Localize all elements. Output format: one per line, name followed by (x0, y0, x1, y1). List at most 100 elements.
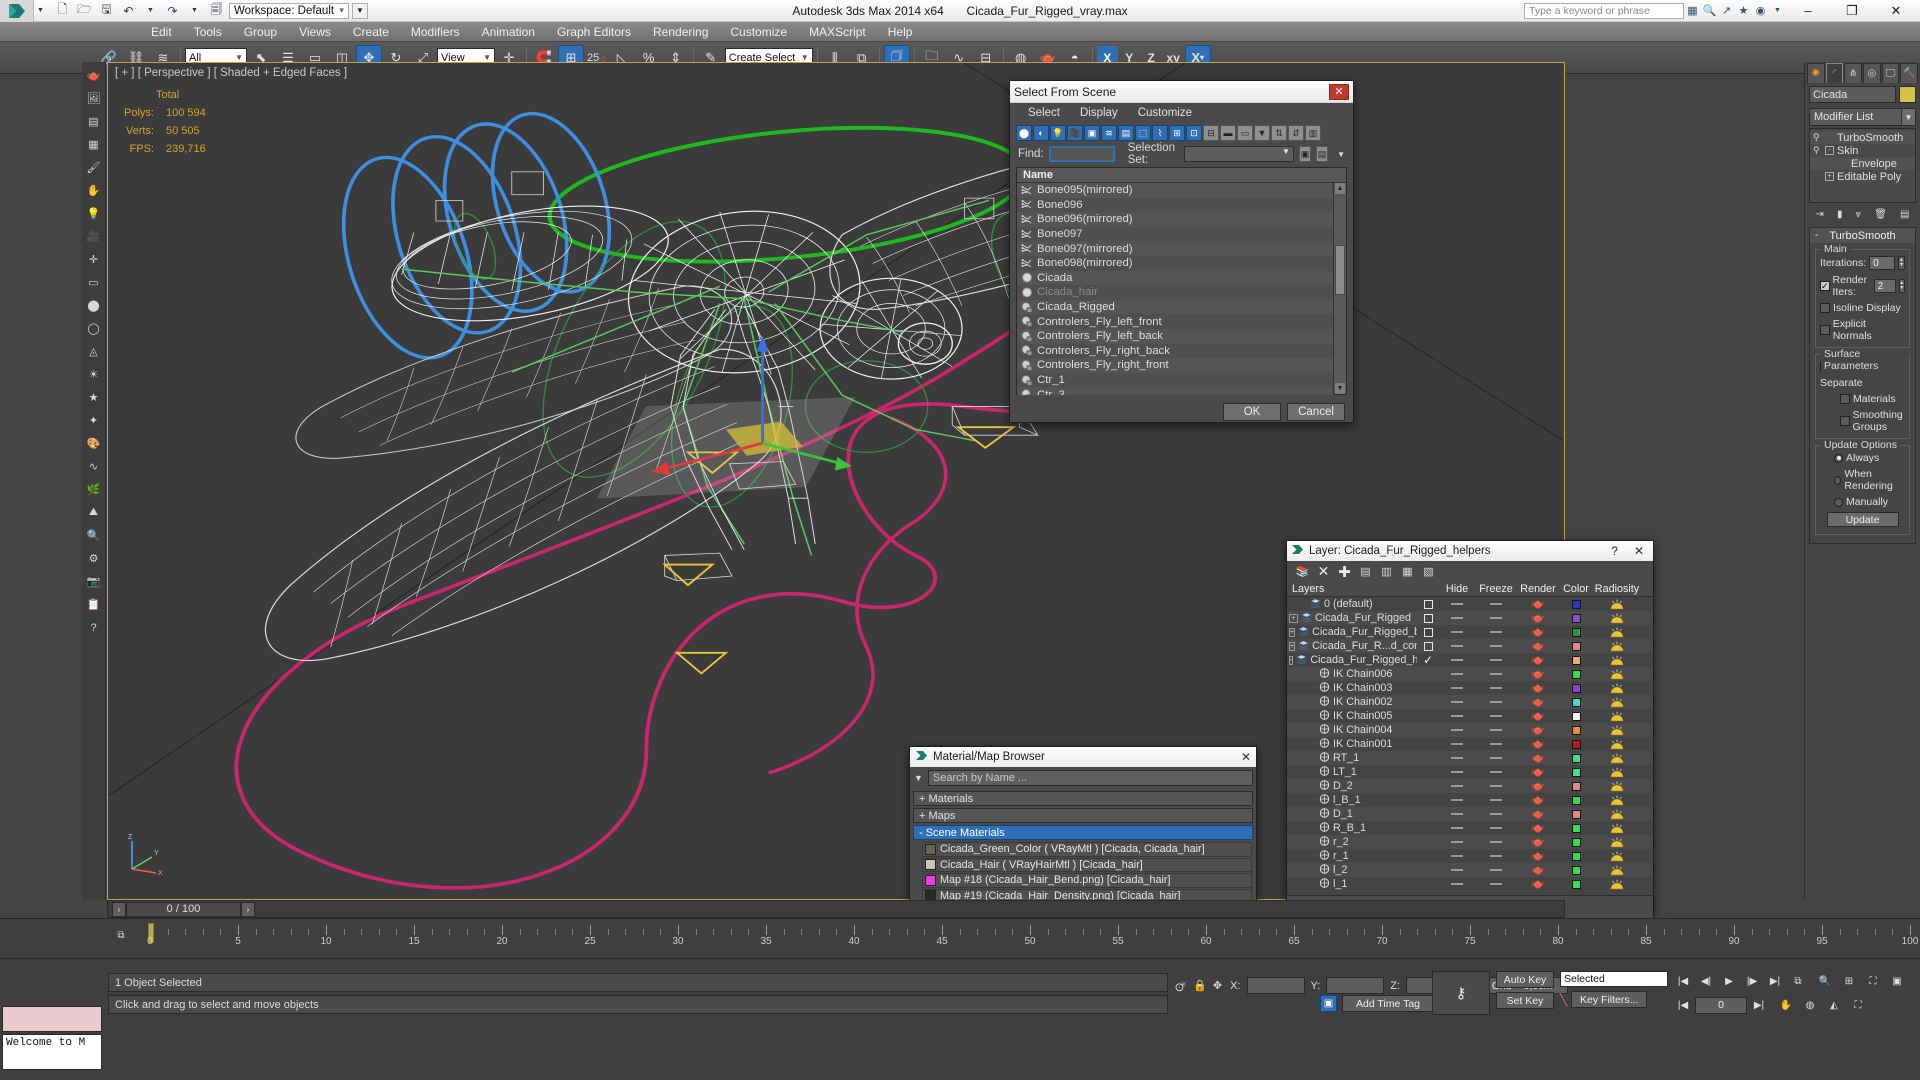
layer-name-cell[interactable]: D_2 (1287, 779, 1417, 793)
radiosity-cell[interactable] (1593, 613, 1641, 624)
camera-icon[interactable]: 🎥 (83, 226, 104, 247)
helper-icon[interactable]: ✛ (83, 249, 104, 270)
menu-item-edit[interactable]: Edit (140, 22, 183, 42)
scene-material-item[interactable]: Cicada_Hair ( VRayHairMtl ) [Cicada_hair… (922, 857, 1252, 872)
freeze-toggle-cell[interactable] (1475, 771, 1517, 773)
layer-color-swatch[interactable] (1571, 795, 1581, 805)
star-icon[interactable]: ★ (83, 387, 104, 408)
menu-item-group[interactable]: Group (233, 22, 288, 42)
hide-toggle-cell[interactable] (1439, 813, 1475, 815)
new-file-icon[interactable]: 🗋 (53, 2, 72, 19)
freeze-toggle-cell[interactable] (1475, 743, 1517, 745)
freeze-toggle-cell[interactable] (1475, 659, 1517, 661)
when-rendering-radio[interactable] (1834, 475, 1842, 485)
filter-cameras-icon[interactable]: 🎥 (1067, 125, 1083, 141)
radiosity-cell[interactable] (1593, 697, 1641, 708)
freeze-toggle-cell[interactable] (1475, 701, 1517, 703)
workspace-selector[interactable]: Workspace: Default ▾ (228, 2, 349, 19)
maxscript-listener[interactable]: Welcome to M (2, 1034, 102, 1070)
menu-item-help[interactable]: Help (877, 22, 924, 42)
hide-toggle-cell[interactable] (1439, 883, 1475, 885)
layer-color-swatch[interactable] (1571, 627, 1581, 637)
layer-name-cell[interactable]: + Cicada_Fur_Rigged_bon (1287, 626, 1417, 639)
go-to-end-icon[interactable]: ▶| (1764, 971, 1786, 991)
current-layer-cell[interactable] (1417, 599, 1439, 609)
manually-radio[interactable] (1834, 497, 1843, 507)
radiosity-cell[interactable] (1593, 795, 1641, 806)
filter-shapes-icon[interactable]: ◐ (1033, 125, 1049, 141)
layer-color-cell[interactable] (1559, 655, 1593, 665)
hide-toggle-cell[interactable] (1439, 771, 1475, 773)
always-radio[interactable] (1834, 453, 1843, 463)
help-icon[interactable]: ? (1605, 544, 1624, 558)
workspace-dropdown-icon[interactable]: ▼ (351, 2, 368, 19)
menu-item-maxscript[interactable]: MAXScript (798, 22, 877, 42)
layer-color-swatch[interactable] (1571, 767, 1581, 777)
close-icon[interactable]: ✕ (1329, 83, 1349, 100)
freeze-toggle-cell[interactable] (1475, 799, 1517, 801)
paint-icon[interactable]: 🎨 (83, 433, 104, 454)
render-toggle-cell[interactable]: 🫖 (1517, 669, 1559, 680)
layer-color-swatch[interactable] (1571, 599, 1581, 609)
menu-item-animation[interactable]: Animation (471, 22, 546, 42)
radiosity-cell[interactable] (1593, 823, 1641, 834)
layer-rows[interactable]: 0 (default) 🫖 + Cicada_Fur_Rigged 🫖 + Cicada_F… (1287, 597, 1653, 895)
layer-color-cell[interactable] (1559, 711, 1593, 721)
layer-row[interactable]: D_2 🫖 (1287, 779, 1653, 793)
hide-toggle-cell[interactable] (1439, 701, 1475, 703)
hide-toggle-cell[interactable] (1439, 645, 1475, 647)
freeze-toggle-cell[interactable] (1475, 827, 1517, 829)
show-end-result-icon[interactable]: ▮ (1837, 209, 1843, 220)
layer-row[interactable]: R_B_1 🫖 (1287, 821, 1653, 835)
hierarchy-tab-icon[interactable]: ⋔ (1844, 63, 1863, 83)
layer-row[interactable]: + Cicada_Fur_Rigged_bon 🫖 (1287, 625, 1653, 639)
filter-helpers-icon[interactable]: ▣ (1084, 125, 1100, 141)
menu-item-create[interactable]: Create (342, 22, 400, 42)
render-toggle-cell[interactable]: 🫖 (1517, 613, 1559, 624)
layer-color-cell[interactable] (1559, 837, 1593, 847)
layer-color-swatch[interactable] (1571, 725, 1581, 735)
utilities-tab-icon[interactable]: 🔨 (1900, 63, 1919, 83)
layer-name-cell[interactable]: 0 (default) (1287, 598, 1417, 611)
scene-list-item[interactable]: Cicada_hair (1017, 285, 1333, 300)
scene-list-item[interactable]: Controlers_Fly_left_back (1017, 328, 1333, 344)
layer-color-cell[interactable] (1559, 795, 1593, 805)
freeze-toggle-cell[interactable] (1475, 715, 1517, 717)
object-color-swatch[interactable] (1899, 86, 1916, 103)
menu-item-graph-editors[interactable]: Graph Editors (546, 22, 642, 42)
radiosity-cell[interactable] (1593, 767, 1641, 778)
expand-toggle-icon[interactable]: - (1289, 655, 1294, 665)
render-toggle-cell[interactable]: 🫖 (1517, 627, 1559, 638)
render-toggle-cell[interactable]: 🫖 (1517, 795, 1559, 806)
layer-color-swatch[interactable] (1571, 739, 1581, 749)
close-icon[interactable]: ✕ (1629, 544, 1649, 558)
sort-alpha-icon[interactable]: ⇅ (1271, 125, 1287, 141)
radiosity-cell[interactable] (1593, 753, 1641, 764)
layer-row[interactable]: IK Chain004 🫖 (1287, 723, 1653, 737)
material-group-2[interactable]: - Scene Materials (913, 825, 1253, 840)
freeze-toggle-cell[interactable] (1475, 603, 1517, 605)
hide-toggle-cell[interactable] (1439, 785, 1475, 787)
render-toggle-cell[interactable]: 🫖 (1517, 739, 1559, 750)
pan-icon[interactable]: ✋ (1775, 995, 1797, 1015)
circle-icon[interactable]: ◯ (83, 318, 104, 339)
hide-toggle-cell[interactable] (1439, 855, 1475, 857)
layer-color-cell[interactable] (1559, 753, 1593, 763)
modify-tab-icon[interactable]: ◜ (1825, 63, 1844, 83)
create-tab-icon[interactable]: ✺ (1807, 63, 1825, 83)
close-icon[interactable]: ✕ (1241, 750, 1251, 764)
freeze-toggle-cell[interactable] (1475, 883, 1517, 885)
filter-lights-icon[interactable]: 💡 (1050, 125, 1066, 141)
star-icon[interactable]: ★ (1735, 2, 1752, 19)
layer-name-cell[interactable]: D_1 (1287, 807, 1417, 821)
sort-type-icon[interactable]: ⇵ (1288, 125, 1304, 141)
layer-row[interactable]: l_2 🫖 (1287, 863, 1653, 877)
render-toggle-cell[interactable]: 🫖 (1517, 823, 1559, 834)
current-layer-cell[interactable] (1417, 641, 1439, 651)
radiosity-cell[interactable] (1593, 683, 1641, 694)
key-value-field[interactable]: 0 (1695, 996, 1747, 1014)
layer-row[interactable]: IK Chain006 🫖 (1287, 667, 1653, 681)
selection-set-combo[interactable]: ▼ (1183, 146, 1294, 162)
hide-toggle-cell[interactable] (1439, 757, 1475, 759)
layer-color-swatch[interactable] (1571, 697, 1581, 707)
